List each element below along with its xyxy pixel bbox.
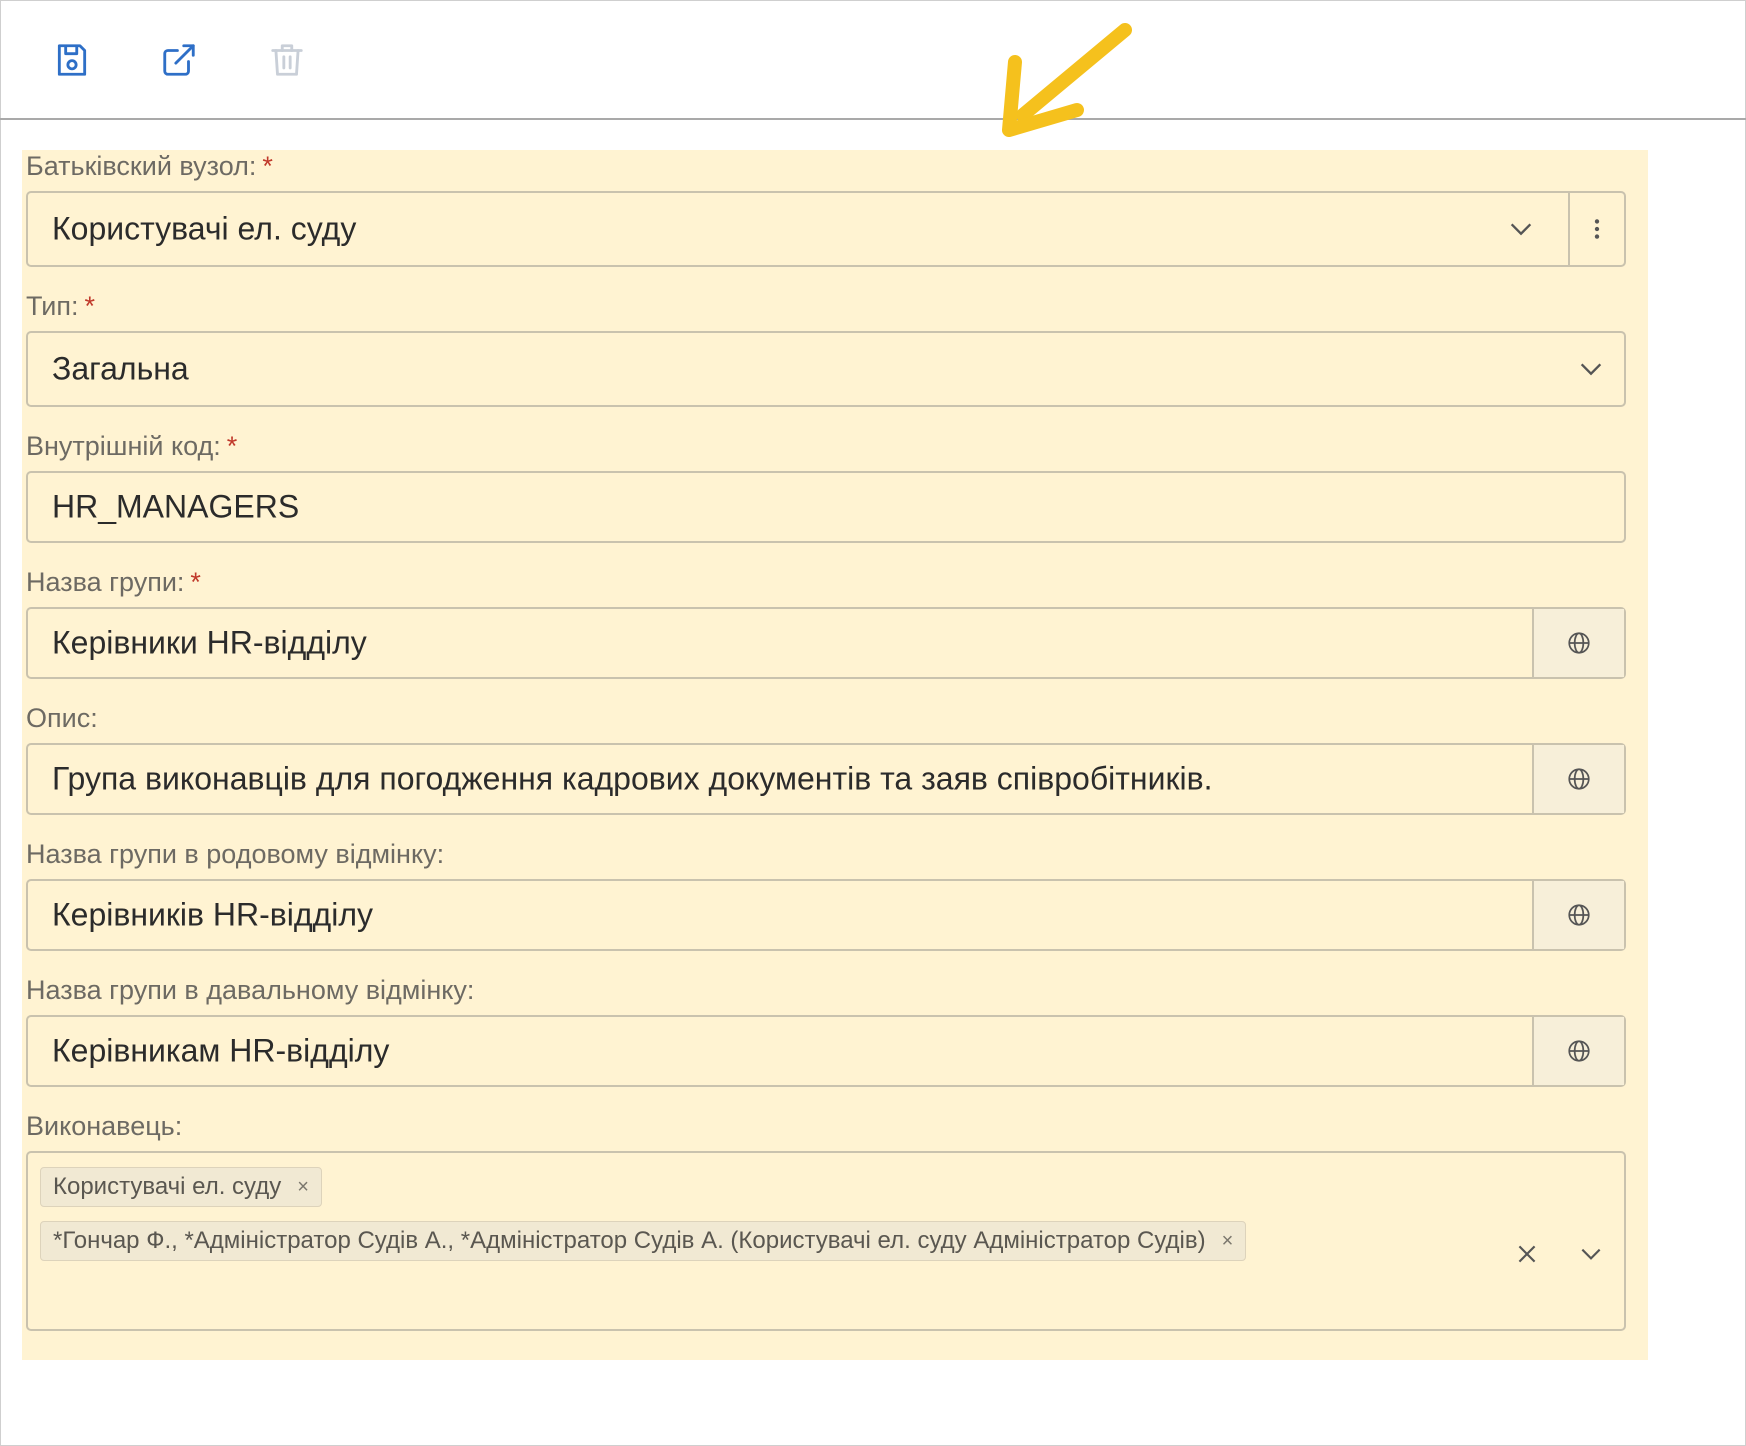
- group-form: Батьківский вузол: * Користувачі ел. суду…: [22, 150, 1648, 1360]
- internal-code-label: Внутрішній код: *: [26, 431, 238, 461]
- group-name-label: Назва групи: *: [26, 567, 201, 597]
- genitive-name-value: Керівників HR-відділу: [52, 896, 373, 933]
- type-select[interactable]: Загальна: [26, 331, 1626, 407]
- parent-node-select[interactable]: Користувачі ел. суду: [26, 191, 1626, 267]
- chevron-down-icon[interactable]: [1576, 354, 1606, 384]
- open-external-button[interactable]: [157, 38, 201, 82]
- internal-code-value: HR_MANAGERS: [52, 488, 300, 525]
- description-value: Група виконавців для погодження кадрових…: [52, 760, 1213, 797]
- dative-name-input[interactable]: Керівникам HR-відділу: [26, 1015, 1626, 1087]
- required-marker: *: [226, 431, 238, 461]
- executor-tag: *Гончар Ф., *Адміністратор Судів А., *Ад…: [40, 1221, 1247, 1261]
- chevron-down-icon[interactable]: [1574, 1237, 1608, 1271]
- genitive-name-input[interactable]: Керівників HR-відділу: [26, 879, 1626, 951]
- group-name-input[interactable]: Керівники HR-відділу: [26, 607, 1626, 679]
- clear-selection-icon[interactable]: [1510, 1237, 1544, 1271]
- remove-tag-icon[interactable]: ×: [297, 1176, 309, 1199]
- group-name-translate-button[interactable]: [1532, 609, 1624, 677]
- parent-node-more-button[interactable]: [1568, 193, 1624, 265]
- parent-node-value: Користувачі ел. суду: [52, 210, 357, 247]
- genitive-name-label: Назва групи в родовому відмінку:: [26, 839, 445, 869]
- chevron-down-icon[interactable]: [1506, 214, 1536, 244]
- group-name-value: Керівники HR-відділу: [52, 624, 367, 661]
- required-marker: *: [84, 291, 96, 321]
- globe-icon: [1568, 1040, 1590, 1062]
- executor-multiselect[interactable]: Користувачі ел. суду × *Гончар Ф., *Адмі…: [26, 1151, 1626, 1331]
- dative-name-translate-button[interactable]: [1532, 1017, 1624, 1085]
- type-label: Тип: *: [26, 291, 96, 321]
- external-link-icon: [163, 44, 195, 76]
- internal-code-input[interactable]: HR_MANAGERS: [26, 471, 1626, 543]
- save-button[interactable]: [50, 38, 94, 82]
- required-marker: *: [262, 151, 273, 181]
- description-translate-button[interactable]: [1532, 745, 1624, 813]
- executor-tag: Користувачі ел. суду ×: [40, 1167, 322, 1207]
- dative-name-label: Назва групи в давальному відмінку:: [26, 975, 475, 1005]
- executor-label: Виконавець:: [26, 1111, 183, 1141]
- globe-icon: [1568, 904, 1590, 926]
- trash-icon: [271, 44, 303, 76]
- description-label: Опис:: [26, 703, 98, 733]
- parent-node-label: Батьківский вузол: *: [26, 151, 273, 181]
- remove-tag-icon[interactable]: ×: [1222, 1230, 1234, 1253]
- toolbar: [0, 0, 1746, 120]
- pointer-arrow-icon: [1002, 23, 1132, 137]
- more-vertical-icon: [1594, 219, 1600, 239]
- executor-tag-label: *Гончар Ф., *Адміністратор Судів А., *Ад…: [53, 1227, 1206, 1254]
- dative-name-value: Керівникам HR-відділу: [52, 1032, 390, 1069]
- delete-button[interactable]: [265, 38, 309, 82]
- globe-icon: [1568, 632, 1590, 654]
- description-input[interactable]: Група виконавців для погодження кадрових…: [26, 743, 1626, 815]
- executor-tag-label: Користувачі ел. суду: [53, 1173, 282, 1200]
- genitive-name-translate-button[interactable]: [1532, 881, 1624, 949]
- required-marker: *: [190, 567, 201, 597]
- type-value: Загальна: [52, 350, 189, 387]
- save-icon: [57, 44, 87, 76]
- globe-icon: [1568, 768, 1590, 790]
